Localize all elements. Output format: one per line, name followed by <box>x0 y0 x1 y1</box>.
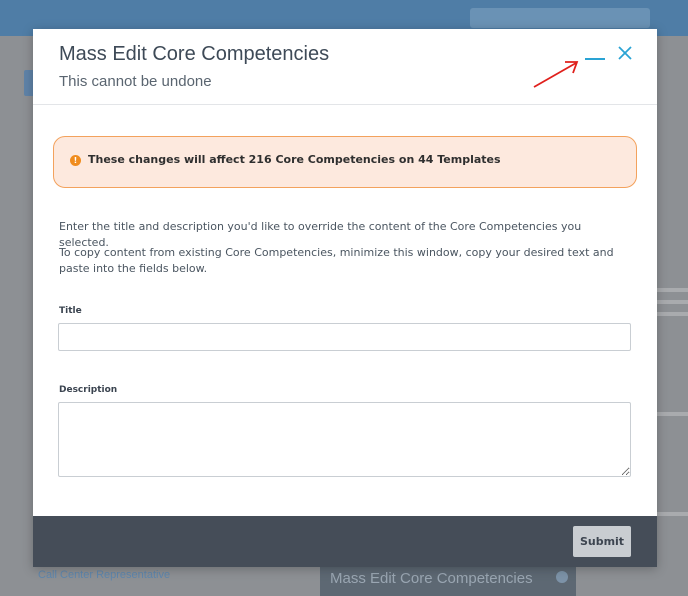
background-text-line <box>654 412 688 416</box>
instruction-text: To copy content from existing Core Compe… <box>59 246 614 275</box>
warning-icon: ! <box>70 155 81 166</box>
background-link[interactable]: Call Center Representative <box>38 569 170 581</box>
submit-button[interactable]: Submit <box>573 526 631 557</box>
modal-subtitle: This cannot be undone <box>59 73 212 90</box>
modal-title: Mass Edit Core Competencies <box>59 43 330 65</box>
minimize-icon <box>585 58 605 60</box>
close-button[interactable] <box>615 43 635 65</box>
description-label: Description <box>59 385 118 395</box>
minimize-button[interactable] <box>583 43 609 67</box>
modal-footer: Submit <box>33 516 657 567</box>
annotation-arrow-icon <box>533 61 579 88</box>
background-text-line <box>654 300 688 304</box>
minimized-modal-title: Mass Edit Core Competencies <box>330 570 533 587</box>
description-input[interactable] <box>58 402 631 477</box>
title-label: Title <box>59 306 82 316</box>
warning-alert: ! These changes will affect 216 Core Com… <box>53 136 637 188</box>
background-text-line <box>654 288 688 292</box>
background-text-line <box>654 512 688 516</box>
close-icon <box>618 46 632 60</box>
minimized-modal-icon[interactable] <box>556 571 568 583</box>
background-search-box <box>470 8 650 28</box>
background-text-line <box>654 312 688 316</box>
alert-text: These changes will affect 216 Core Compe… <box>88 153 501 166</box>
mass-edit-modal: Mass Edit Core Competencies This cannot … <box>33 29 657 567</box>
title-input[interactable] <box>58 323 631 351</box>
